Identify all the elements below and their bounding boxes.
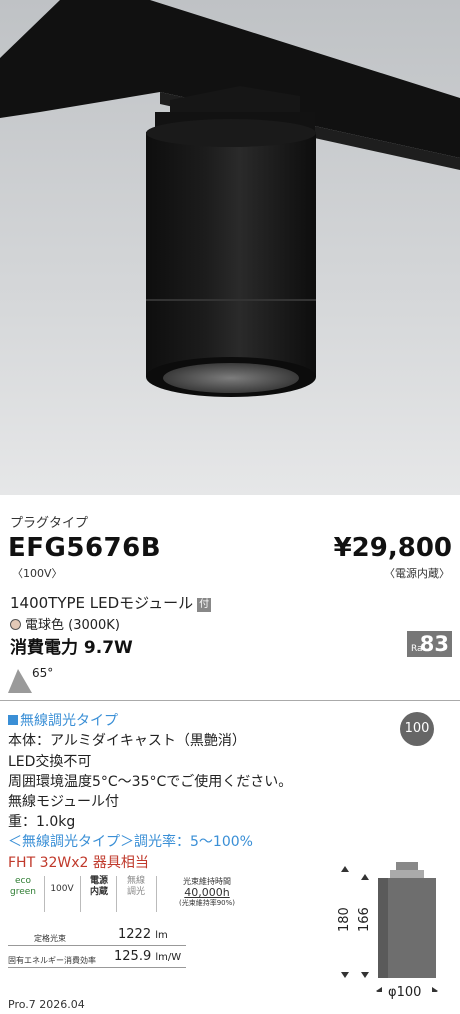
wireless-title-text: 無線調光タイプ [20, 713, 118, 729]
spec-module: 無線モジュール付 [8, 794, 120, 810]
power-in-bottom: 内蔵 [89, 887, 108, 897]
ra-badge: Ra 83 [407, 631, 452, 657]
efficiency-number: 125.9 [114, 949, 152, 964]
wireless-bottom: 調光 [126, 887, 145, 897]
power-builtin-icon: 電源 内蔵 [86, 876, 112, 898]
spec-dimming: ＜無線調光タイプ＞調光率：5～100% [8, 834, 253, 850]
icon-divider [156, 876, 157, 912]
voltage-icon: 100V [50, 884, 74, 894]
flux-number: 1222 [118, 927, 152, 942]
eco-bottom: green [10, 887, 36, 897]
efficiency-label: 固有エネルギー消費効率 [8, 956, 96, 965]
efficiency-value: 125.9 lm/W [114, 949, 181, 964]
eco-top: eco [15, 876, 31, 886]
divider [0, 700, 460, 701]
power-in-top: 電源 [89, 876, 108, 886]
wireless-title: 無線調光タイプ [8, 710, 118, 730]
spec-equivalent: FHT 32Wx2 器具相当 [8, 855, 149, 871]
square-icon [8, 715, 18, 725]
spec-led: LED交換不可 [8, 754, 92, 770]
spec-weight: 重：1.0kg [8, 814, 76, 830]
flux-label: 定格光束 [34, 934, 66, 943]
icon-divider [116, 876, 117, 912]
color-dot-icon [10, 619, 21, 630]
icon-divider [44, 876, 45, 912]
footer-version: Pro.7 2026.04 [8, 998, 85, 1011]
underline [8, 967, 186, 968]
underline [8, 945, 186, 946]
spec-body: 本体：アルミダイキャスト（黒艶消） [8, 733, 246, 749]
flux-value: 1222 lm [118, 927, 168, 942]
power-consumption: 消費電力 9.7W [10, 638, 133, 658]
price: ¥29,800 [333, 533, 452, 563]
diameter: φ100 [388, 985, 422, 1000]
icon-divider [80, 876, 81, 912]
product-type-label: プラグタイプ [10, 516, 89, 531]
module-text: 1400TYPE LEDモジュール [10, 594, 194, 612]
life-note: (光束維持率90%) [178, 899, 236, 907]
badge-100: 100 [400, 712, 434, 746]
spec-temp: 周囲環境温度5°C～35°Cでご使用ください。 [8, 774, 293, 790]
color-name: 電球色 [25, 618, 65, 633]
flux-unit: lm [155, 930, 168, 941]
lifetime-icon: 光束維持時間 40,000h (光束維持率90%) [162, 876, 252, 909]
height-180: 180 [337, 907, 352, 932]
height-166: 166 [357, 907, 372, 932]
eco-green-icon: eco green [6, 876, 40, 898]
wireless-dimming-icon: 無線 調光 [122, 876, 150, 898]
ra-value: 83 [419, 632, 449, 656]
efficiency-unit: lm/W [155, 952, 182, 963]
life-value: 40,000h [184, 886, 230, 899]
model-number: EFG5676B [8, 533, 162, 563]
included-badge: 付 [197, 598, 212, 612]
product-photo [0, 0, 460, 495]
beam-angle: 65° [32, 666, 54, 680]
voltage-label: 〈100V〉 [12, 567, 63, 580]
price-note: 〈電源内蔵〉 [384, 567, 450, 580]
wireless-top: 無線 [126, 876, 145, 886]
module-spec: 1400TYPE LEDモジュール付 [10, 592, 212, 613]
color-row: 電球色 (3000K) [10, 614, 120, 633]
color-temp: (3000K) [68, 618, 120, 633]
